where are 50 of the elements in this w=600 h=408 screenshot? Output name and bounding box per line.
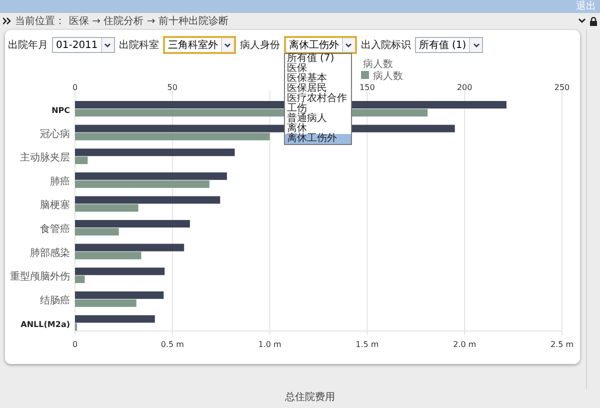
axis-tick-label: 2.0 m — [453, 340, 476, 349]
dropdown-option[interactable]: 离休工伤外 — [284, 134, 351, 144]
axis-tick-label: 50 — [167, 83, 178, 92]
filter-label: 出院年月 — [8, 38, 48, 52]
axis-tick-label: 150 — [360, 83, 375, 92]
breadcrumb-label: 当前位置： — [15, 14, 65, 28]
category-label: 重型颅脑外伤 — [10, 272, 70, 283]
filter-label: 出入院标识 — [360, 38, 411, 52]
dropdown-option[interactable]: 离休 — [284, 124, 351, 134]
legend-title: 病人数 — [363, 59, 393, 70]
axis-tick-label: 1.0 m — [258, 340, 282, 349]
axis-title: 总住院费用 — [285, 390, 335, 404]
dropdown-option[interactable]: 普通病人 — [284, 114, 351, 124]
chevron-down-icon[interactable] — [224, 42, 232, 48]
dropdown-option[interactable]: 医疗农村合作 — [284, 94, 351, 104]
axis-tick-label: 0 — [72, 83, 78, 92]
category-label: 肺部感染 — [30, 248, 70, 259]
dropdown[interactable]: 三角科室外 — [162, 36, 236, 54]
chevron-down-icon[interactable] — [104, 42, 112, 48]
expand-icon[interactable] — [3, 17, 11, 25]
chevron-down-icon[interactable] — [345, 42, 352, 48]
dropdown[interactable]: 所有值 (1) — [414, 37, 484, 53]
category-label: 食管癌 — [40, 224, 70, 235]
category-label: 冠心病 — [40, 128, 70, 140]
axis-tick-label: 1.5 m — [356, 340, 379, 349]
category-label: 脑梗塞 — [40, 200, 70, 212]
filter-label: 病人身份 — [240, 38, 280, 52]
dropdown[interactable]: 01-2011 — [52, 37, 115, 53]
chevron-down-icon[interactable] — [578, 18, 586, 24]
category-label: ANLL(M2a) — [20, 320, 70, 330]
dropdown-option[interactable]: 工伤 — [284, 104, 351, 114]
axis-tick-label: 0 — [72, 340, 78, 349]
chevron-down-icon[interactable] — [472, 42, 480, 48]
legend-label: 病人数 — [373, 71, 403, 82]
category-label: 肺癌 — [50, 176, 70, 188]
dropdown[interactable]: 离休工伤外 — [284, 36, 357, 54]
dropdown-option[interactable]: 医保居民 — [284, 84, 351, 94]
axis-tick-label: 200 — [456, 83, 472, 92]
axis-tick-label: 2.5 m — [550, 340, 574, 349]
category-label: 主动脉夹层 — [20, 152, 70, 164]
filter-label: 出院科室 — [118, 38, 159, 52]
axis-tick-label: 0.5 m — [160, 340, 184, 349]
category-label: 结肠癌 — [40, 295, 70, 306]
dropdown-option[interactable]: 医保基本 — [284, 74, 351, 84]
dropdown-option[interactable]: 医保 — [284, 64, 351, 74]
lock-icon[interactable] — [590, 16, 597, 26]
dropdown-option[interactable]: 所有值 (7) — [284, 54, 351, 64]
axis-tick-label: 250 — [554, 83, 570, 92]
category-label: NPC — [52, 106, 70, 115]
breadcrumb: 医保 → 住院分析 → 前十种出院诊断 — [69, 14, 228, 28]
